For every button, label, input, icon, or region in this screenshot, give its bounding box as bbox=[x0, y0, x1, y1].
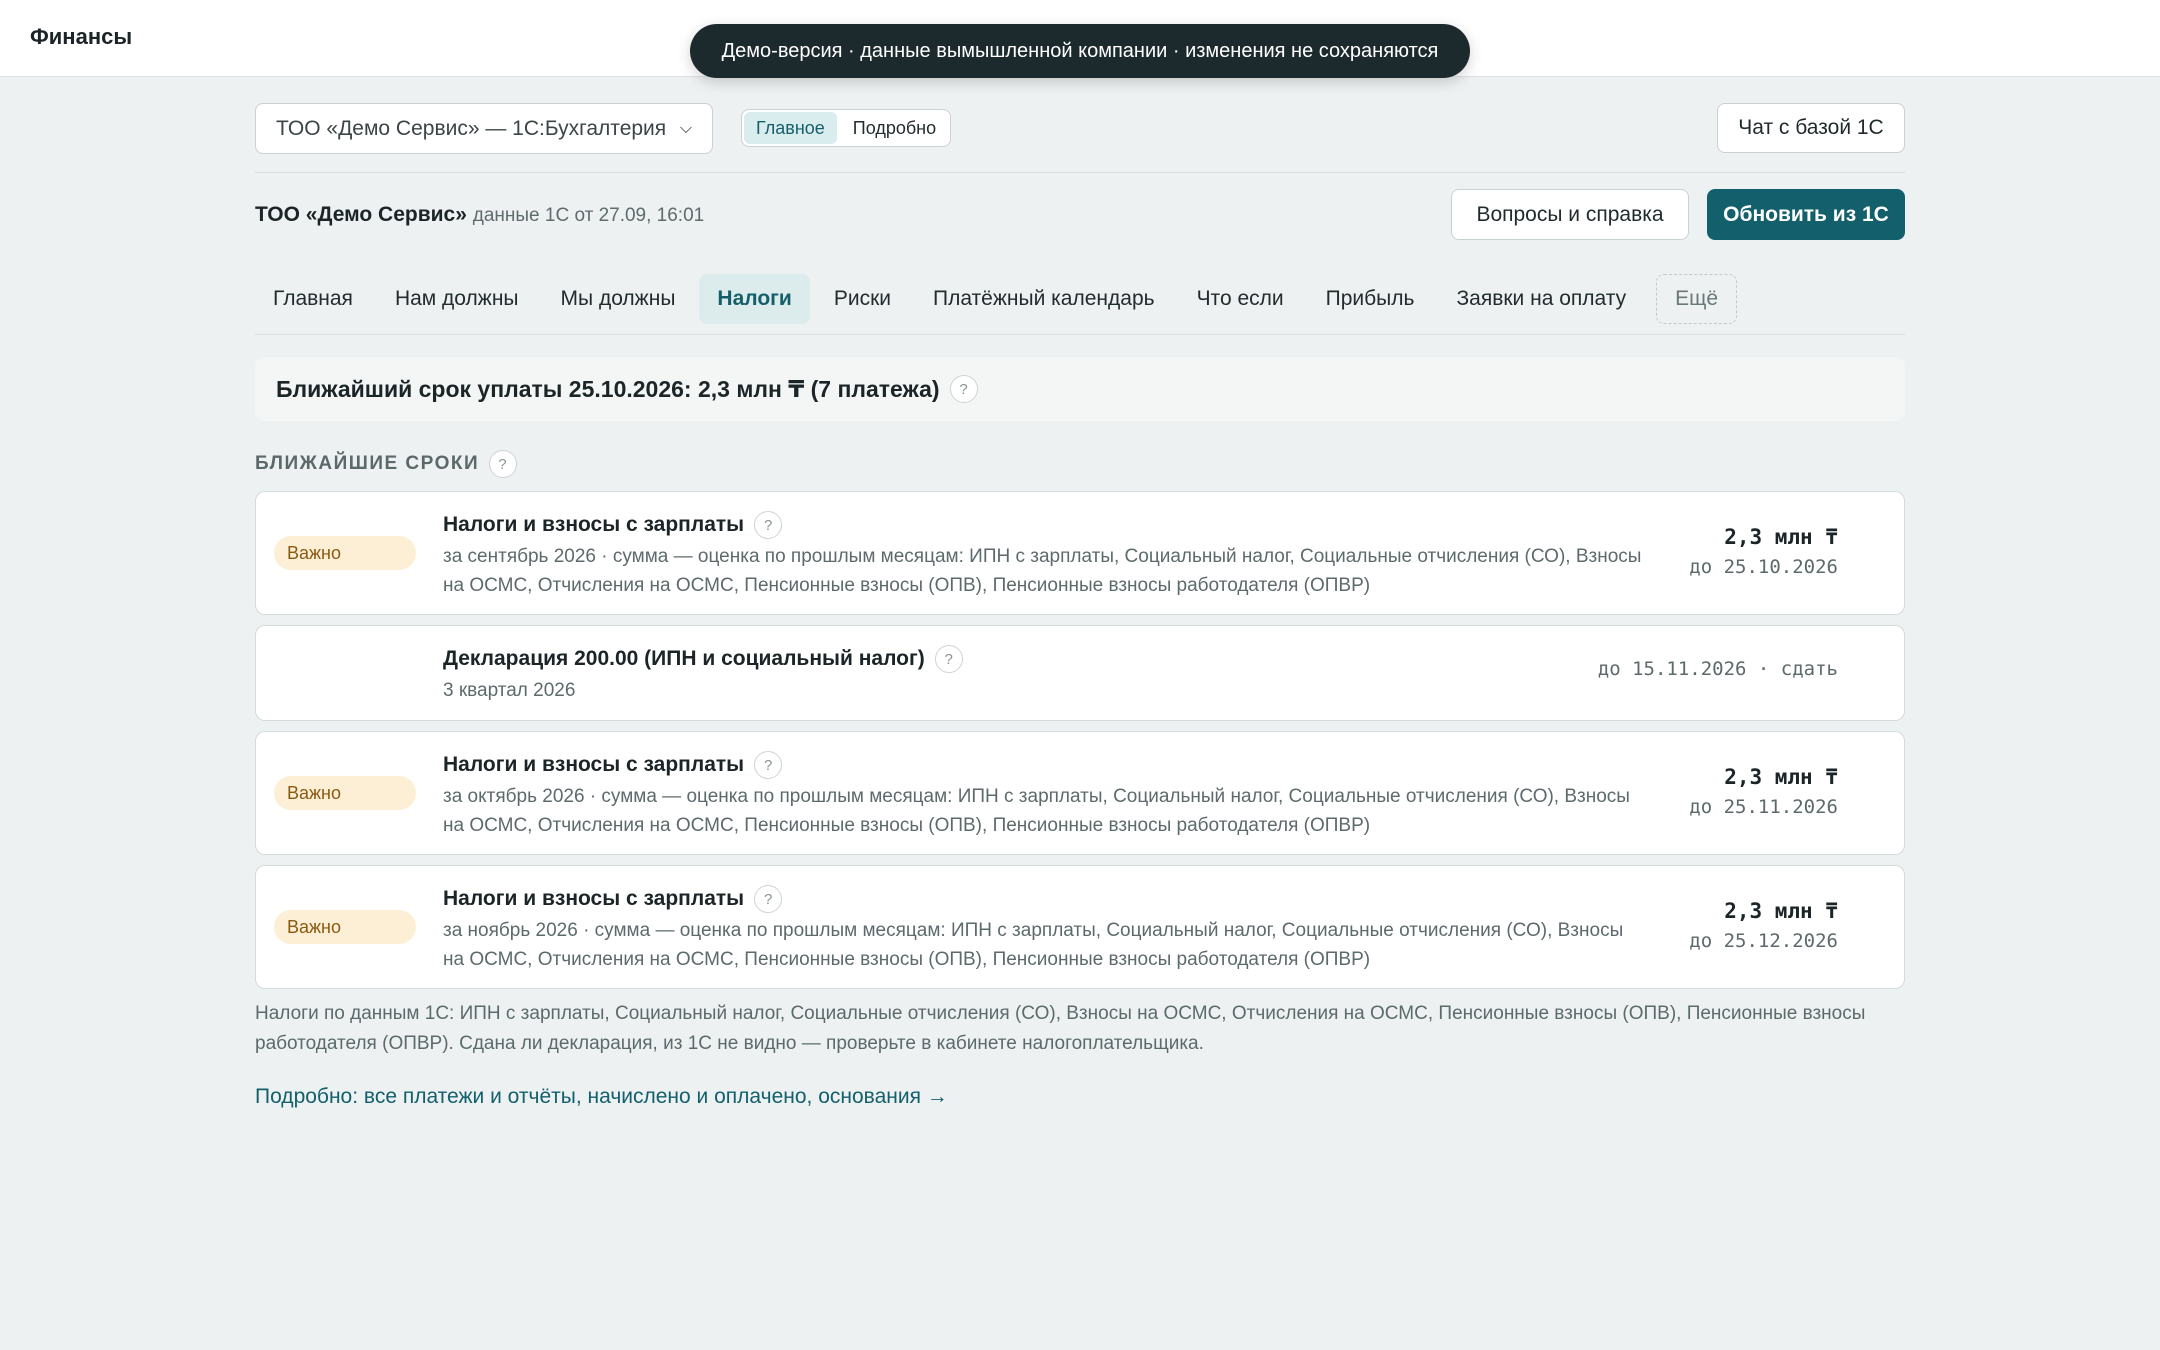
help-icon[interactable]: ? bbox=[754, 751, 783, 779]
company-header: ТОО «Демо Сервис» данные 1С от 27.09, 16… bbox=[255, 173, 1905, 263]
item-title: Налоги и взносы с зарплаты ? bbox=[443, 884, 1643, 914]
main-content: ТОО «Демо Сервис» — 1С:Бухгалтерия ⌵ Гла… bbox=[255, 77, 1905, 1109]
company-name: ТОО «Демо Сервис» bbox=[255, 203, 467, 226]
item-due-date: до 25.12.2026 bbox=[1689, 930, 1838, 952]
item-due-date: до 25.11.2026 bbox=[1689, 796, 1838, 818]
item-amount-block: 2,3 млн ₸ до 25.12.2026 bbox=[1689, 896, 1838, 956]
tab-what-if[interactable]: Что если bbox=[1179, 274, 1302, 324]
item-title-text: Налоги и взносы с зарплаты bbox=[443, 753, 745, 776]
item-amount: 2,3 млн ₸ bbox=[1724, 765, 1838, 789]
next-due-summary: Ближайший срок уплаты 25.10.2026: 2,3 мл… bbox=[255, 357, 1905, 421]
tab-more[interactable]: Ещё bbox=[1656, 273, 1738, 324]
help-icon[interactable]: ? bbox=[949, 375, 978, 403]
tab-bar: Главная Нам должны Мы должны Налоги Риск… bbox=[255, 263, 1905, 335]
item-title-text: Налоги и взносы с зарплаты bbox=[443, 887, 745, 910]
list-item[interactable]: Декларация 200.00 (ИПН и социальный нало… bbox=[255, 625, 1905, 721]
app-brand[interactable]: Финансы bbox=[30, 24, 132, 50]
refresh-button[interactable]: Обновить из 1С bbox=[1707, 189, 1905, 240]
item-title-text: Декларация 200.00 (ИПН и социальный нало… bbox=[443, 647, 925, 670]
help-icon[interactable]: ? bbox=[489, 450, 518, 478]
priority-badge: Важно bbox=[274, 910, 416, 944]
tab-payment-calendar[interactable]: Платёжный календарь bbox=[915, 274, 1173, 324]
view-mode-toggle[interactable]: Главное Подробно bbox=[741, 109, 952, 147]
tab-profit[interactable]: Прибыль bbox=[1308, 274, 1433, 324]
item-amount: 2,3 млн ₸ bbox=[1724, 525, 1838, 549]
tab-risks[interactable]: Риски bbox=[816, 274, 909, 324]
item-title: Налоги и взносы с зарплаты ? bbox=[443, 510, 1643, 540]
tab-payment-requests[interactable]: Заявки на оплату bbox=[1438, 274, 1644, 324]
tab-payables[interactable]: Мы должны bbox=[543, 274, 694, 324]
item-due-date: до 15.11.2026 · сдать bbox=[1597, 658, 1838, 680]
list-item[interactable]: Важно Налоги и взносы с зарплаты ? за се… bbox=[255, 491, 1905, 615]
item-body: Налоги и взносы с зарплаты ? за сентябрь… bbox=[443, 510, 1643, 600]
demo-banner: Демо-версия · данные вымышленной компани… bbox=[690, 24, 1470, 78]
item-title-text: Налоги и взносы с зарплаты bbox=[443, 513, 745, 536]
data-timestamp: данные 1С от 27.09, 16:01 bbox=[472, 205, 705, 226]
next-due-text: Ближайший срок уплаты 25.10.2026: 2,3 мл… bbox=[276, 375, 940, 402]
chat-button[interactable]: Чат с базой 1С bbox=[1717, 103, 1905, 153]
toolbar-row: ТОО «Демо Сервис» — 1С:Бухгалтерия ⌵ Гла… bbox=[255, 77, 1905, 173]
item-title: Декларация 200.00 (ИПН и социальный нало… bbox=[443, 644, 1643, 674]
company-select[interactable]: ТОО «Демо Сервис» — 1С:Бухгалтерия ⌵ bbox=[255, 103, 713, 154]
item-subtitle: за октябрь 2026 · сумма — оценка по прош… bbox=[443, 786, 1630, 836]
help-button[interactable]: Вопросы и справка bbox=[1451, 189, 1689, 240]
section-title: БЛИЖАЙШИЕ СРОКИ ? bbox=[255, 449, 1905, 479]
help-icon[interactable]: ? bbox=[754, 511, 783, 539]
item-body: Налоги и взносы с зарплаты ? за ноябрь 2… bbox=[443, 884, 1643, 974]
deadline-list: Важно Налоги и взносы с зарплаты ? за се… bbox=[255, 491, 1905, 989]
help-icon[interactable]: ? bbox=[934, 645, 963, 673]
item-amount-block: 2,3 млн ₸ до 25.10.2026 bbox=[1689, 522, 1838, 582]
item-subtitle: за ноябрь 2026 · сумма — оценка по прошл… bbox=[443, 920, 1624, 970]
view-mode-main[interactable]: Главное bbox=[744, 112, 837, 144]
priority-badge: Важно bbox=[274, 776, 416, 810]
list-item[interactable]: Важно Налоги и взносы с зарплаты ? за ок… bbox=[255, 731, 1905, 855]
item-subtitle: за сентябрь 2026 · сумма — оценка по про… bbox=[443, 546, 1642, 596]
company-select-value: ТОО «Демо Сервис» — 1С:Бухгалтерия bbox=[276, 116, 667, 140]
tab-receivables[interactable]: Нам должны bbox=[377, 274, 537, 324]
company-info: ТОО «Демо Сервис» данные 1С от 27.09, 16… bbox=[255, 203, 704, 227]
item-amount-block: 2,3 млн ₸ до 25.11.2026 bbox=[1689, 762, 1838, 822]
item-body: Налоги и взносы с зарплаты ? за октябрь … bbox=[443, 750, 1643, 840]
tax-footnote: Налоги по данным 1С: ИПН с зарплаты, Соц… bbox=[255, 1003, 1866, 1054]
item-subtitle: 3 квартал 2026 bbox=[443, 680, 576, 701]
list-item[interactable]: Важно Налоги и взносы с зарплаты ? за но… bbox=[255, 865, 1905, 989]
item-due-date: до 25.10.2026 bbox=[1689, 556, 1838, 578]
item-body: Декларация 200.00 (ИПН и социальный нало… bbox=[443, 644, 1643, 705]
tab-main[interactable]: Главная bbox=[255, 274, 371, 324]
item-title: Налоги и взносы с зарплаты ? bbox=[443, 750, 1643, 780]
priority-badge: Важно bbox=[274, 536, 416, 570]
view-mode-detailed[interactable]: Подробно bbox=[839, 110, 950, 146]
section-title-text: БЛИЖАЙШИЕ СРОКИ bbox=[255, 453, 480, 474]
chevron-down-icon: ⌵ bbox=[679, 119, 692, 137]
details-link[interactable]: Подробно: все платежи и отчёты, начислен… bbox=[255, 1085, 1905, 1109]
help-icon[interactable]: ? bbox=[754, 885, 783, 913]
tab-taxes[interactable]: Налоги bbox=[699, 273, 810, 324]
item-amount: 2,3 млн ₸ bbox=[1724, 899, 1838, 923]
